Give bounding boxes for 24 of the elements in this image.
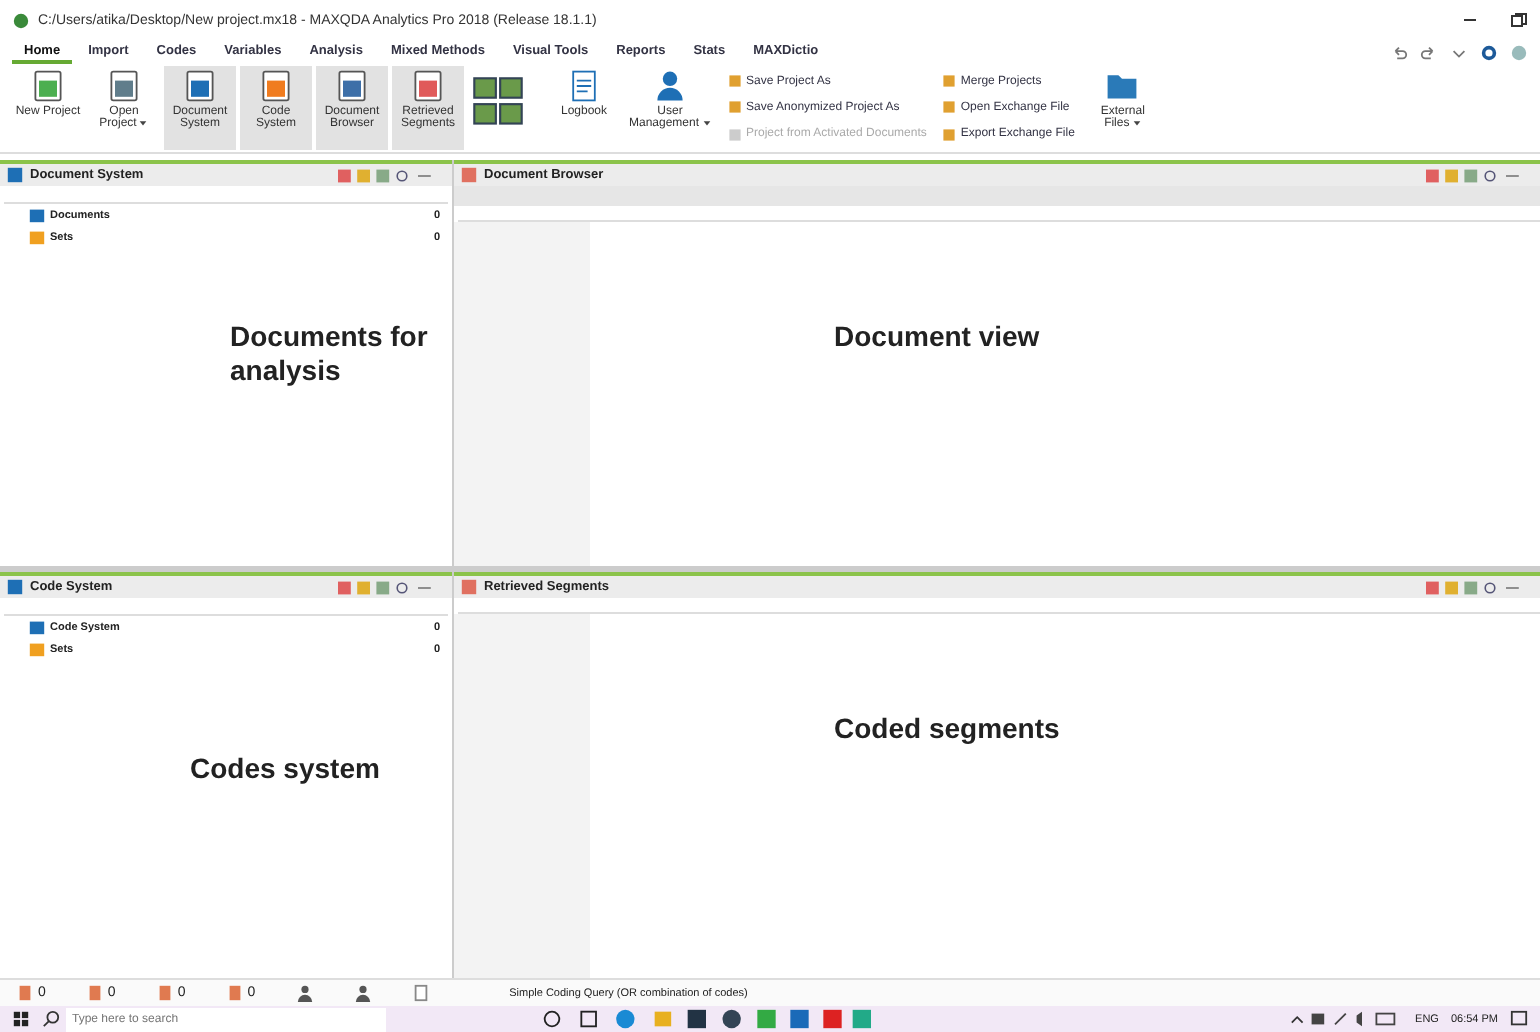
user-icon [353, 984, 372, 1002]
annotation-label: Codes system [190, 752, 380, 786]
annotation-label: Document view [834, 320, 1040, 354]
start-icon[interactable] [12, 1010, 30, 1028]
redo-icon[interactable] [1420, 43, 1438, 61]
caret-icon [138, 118, 149, 128]
annotation-label: Coded segments [834, 712, 1060, 746]
search-icon [42, 1010, 60, 1028]
user-icon [652, 68, 688, 104]
layout-icon[interactable] [472, 74, 524, 130]
restore-icon[interactable] [1508, 10, 1528, 30]
notification-icon[interactable] [1510, 1010, 1528, 1028]
caret-icon [1131, 118, 1142, 128]
caret-icon [701, 118, 712, 128]
app-icon [12, 11, 30, 29]
settings-icon[interactable] [1480, 43, 1498, 61]
annotation-label: Documents for analysis [230, 320, 430, 388]
pane-icon [6, 578, 24, 596]
notebook-icon [566, 68, 602, 104]
undo-icon[interactable] [1390, 43, 1408, 61]
user-icon [295, 984, 314, 1002]
pane-icon [460, 166, 478, 184]
pane-icon [460, 578, 478, 596]
pane-icon [6, 166, 24, 184]
